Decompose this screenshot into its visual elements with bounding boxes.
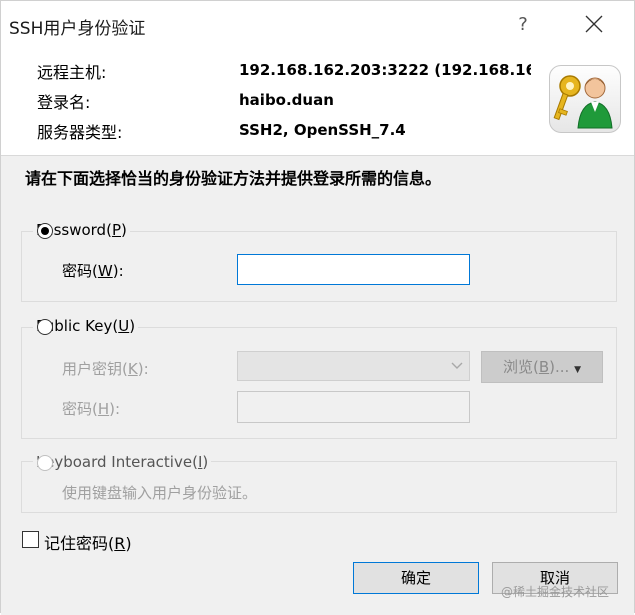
login-value: haibo.duan — [239, 91, 334, 109]
passphrase-input[interactable] — [237, 391, 470, 423]
chevron-down-icon — [451, 362, 463, 369]
keyboard-radio-label[interactable]: Keyboard Interactive(I) — [33, 453, 212, 471]
password-radio[interactable] — [37, 223, 53, 239]
server-type-label: 服务器类型: — [37, 123, 123, 142]
publickey-radio[interactable] — [37, 319, 53, 335]
browse-label: 浏览 — [502, 358, 533, 376]
password-field-label: 密码(W): — [62, 262, 124, 280]
user-key-shortcut: K — [127, 360, 138, 378]
user-key-select[interactable] — [237, 351, 470, 381]
ok-button[interactable]: 确定 — [353, 562, 479, 594]
keyboard-shortcut: I — [197, 453, 203, 471]
publickey-shortcut: U — [118, 317, 130, 335]
server-type-value: SSH2, OpenSSH_7.4 — [239, 121, 406, 139]
remember-label-text: 记住密码 — [44, 534, 109, 553]
browse-shortcut: B — [538, 358, 550, 376]
login-label: 登录名: — [37, 93, 91, 112]
passphrase-shortcut: H — [97, 400, 110, 418]
password-label-text: 密码 — [62, 262, 93, 280]
remember-password-label[interactable]: 记住密码(R) — [44, 530, 132, 554]
watermark: @稀土掘金技术社区 — [501, 585, 610, 599]
keyboard-description: 使用键盘输入用户身份验证。 — [62, 484, 258, 502]
help-button[interactable]: ? — [509, 9, 537, 41]
remember-shortcut: R — [114, 534, 126, 553]
passphrase-label-text: 密码 — [62, 400, 93, 418]
dropdown-arrow-icon: ▼ — [574, 365, 582, 375]
user-key-label: 用户密钥(K): — [62, 360, 149, 378]
keyboard-title: Keyboard Interactive — [36, 453, 193, 471]
user-key-label-text: 用户密钥 — [62, 360, 123, 378]
title-bar: SSH用户身份验证 ? — [1, 1, 634, 49]
password-shortcut: P — [111, 221, 121, 239]
browse-button[interactable]: 浏览(B)... ▼ — [481, 351, 603, 383]
close-icon — [585, 15, 603, 33]
keyboard-radio[interactable] — [37, 455, 53, 471]
password-label-shortcut: W — [97, 262, 113, 280]
close-button[interactable] — [578, 9, 610, 41]
remote-host-label: 远程主机: — [37, 63, 107, 82]
user-key-avatar-icon — [549, 65, 621, 133]
ssh-auth-dialog: SSH用户身份验证 ? 远程主机: 192.168.162.203:3222 (… — [0, 0, 635, 615]
browse-suffix: ... — [555, 358, 570, 376]
remember-password-checkbox[interactable] — [22, 531, 39, 548]
remote-host-value: 192.168.162.203:3222 (192.168.16 — [239, 61, 531, 79]
window-title: SSH用户身份验证 — [9, 19, 146, 39]
instruction-text: 请在下面选择恰当的身份验证方法并提供登录所需的信息。 — [25, 169, 442, 188]
password-input[interactable] — [237, 254, 470, 285]
passphrase-label: 密码(H): — [62, 400, 121, 418]
